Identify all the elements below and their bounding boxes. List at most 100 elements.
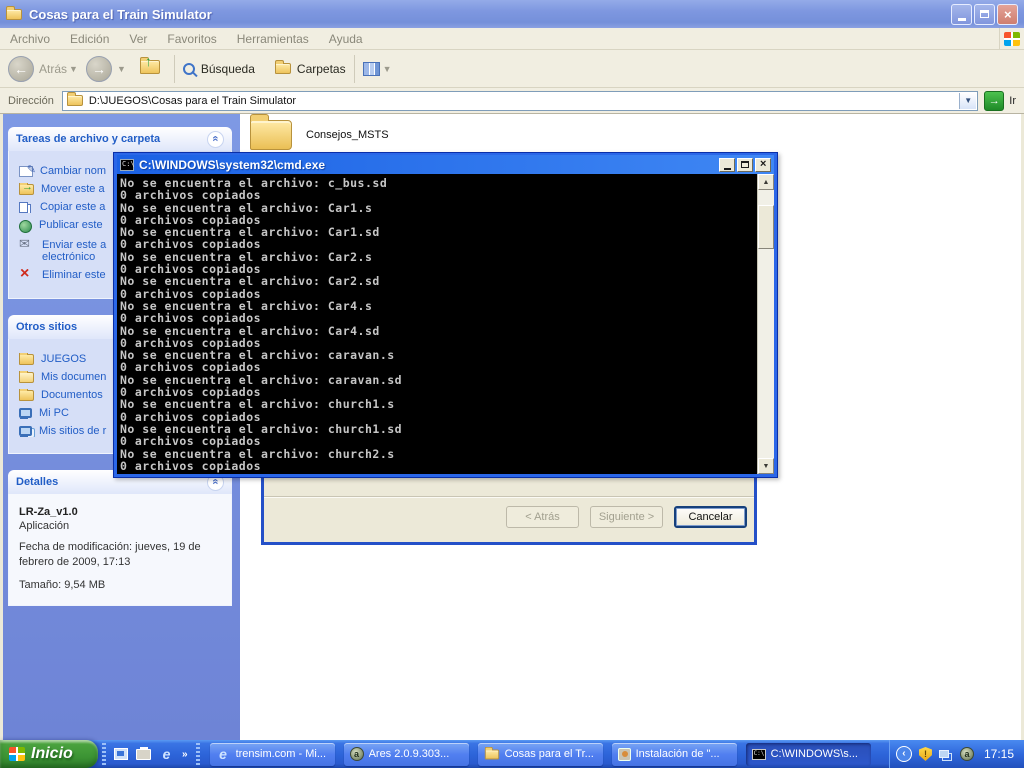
- show-desktop-icon[interactable]: [114, 748, 128, 760]
- wizard-cancel-button[interactable]: Cancelar: [674, 506, 747, 528]
- address-folder-icon: [67, 95, 83, 106]
- start-button[interactable]: Inicio: [0, 740, 98, 768]
- internet-explorer-icon[interactable]: e: [159, 747, 174, 761]
- back-dropdown-icon[interactable]: ▼: [69, 64, 78, 74]
- go-label: Ir: [1004, 95, 1024, 107]
- cmd-titlebar[interactable]: C:\WINDOWS\system32\cmd.exe ×: [117, 155, 774, 174]
- folder-tile-icon: [250, 120, 292, 150]
- windows-flag-icon: [9, 747, 25, 761]
- explorer-window-title: Cosas para el Train Simulator: [29, 7, 212, 22]
- collapse-chevron-icon[interactable]: »: [207, 131, 224, 148]
- details-modified: Fecha de modificación: jueves, 19 de feb…: [19, 540, 225, 570]
- toolbar-separator: [174, 55, 175, 83]
- console-line: 0 archivos copiados: [120, 435, 757, 447]
- go-button[interactable]: →: [984, 91, 1004, 111]
- menu-item[interactable]: Herramientas: [227, 32, 319, 46]
- back-button[interactable]: ←: [8, 56, 34, 82]
- console-line: No se encuentra el archivo: Car2.sd: [120, 275, 757, 287]
- folder-tile[interactable]: Consejos_MSTS: [250, 120, 389, 150]
- taskbar-button-icon: [752, 749, 766, 760]
- cmd-icon: [120, 159, 134, 171]
- console-line: 0 archivos copiados: [120, 238, 757, 250]
- forward-dropdown-icon[interactable]: ▼: [117, 64, 126, 74]
- taskbar-button[interactable]: C:\WINDOWS\s...: [746, 743, 871, 766]
- taskbar-button-icon: [618, 748, 631, 761]
- console-line: 0 archivos copiados: [120, 312, 757, 324]
- other-places-title: Otros sitios: [16, 321, 77, 333]
- cmd-window: C:\WINDOWS\system32\cmd.exe × No se encu…: [113, 152, 778, 478]
- cmd-window-title: C:\WINDOWS\system32\cmd.exe: [139, 158, 325, 172]
- ares-tray-icon[interactable]: a: [960, 747, 974, 761]
- scroll-up-icon[interactable]: ▲: [758, 174, 774, 190]
- cmd-scrollbar[interactable]: ▲ ▼: [757, 174, 774, 474]
- place-item-icon: [19, 408, 32, 418]
- place-item-icon: [19, 390, 34, 401]
- close-button[interactable]: ×: [997, 4, 1018, 25]
- toolbar-separator: [354, 55, 355, 83]
- taskbar-grip[interactable]: [196, 743, 200, 765]
- quicklaunch-overflow-chevron[interactable]: »: [182, 749, 188, 760]
- taskbar-button[interactable]: Cosas para el Tr...: [478, 743, 603, 766]
- views-icon: [363, 62, 380, 76]
- views-button[interactable]: ▼: [363, 62, 400, 76]
- explorer-titlebar[interactable]: Cosas para el Train Simulator ×: [0, 0, 1024, 28]
- file-tasks-header[interactable]: Tareas de archivo y carpeta »: [8, 127, 232, 151]
- forward-button[interactable]: →: [86, 56, 112, 82]
- console-line: 0 archivos copiados: [120, 189, 757, 201]
- cmd-close-button[interactable]: ×: [755, 158, 771, 172]
- menu-item[interactable]: Ayuda: [319, 32, 373, 46]
- minimize-button[interactable]: [951, 4, 972, 25]
- wizard-back-button[interactable]: < Atrás: [506, 506, 579, 528]
- task-item-icon: [19, 240, 35, 252]
- printer-icon[interactable]: [136, 749, 151, 760]
- search-icon: [183, 63, 195, 75]
- back-label: Atrás: [39, 62, 67, 76]
- search-button[interactable]: Búsqueda: [183, 62, 255, 76]
- scrollbar-thumb[interactable]: [758, 205, 774, 249]
- tray-expand-chevron-icon[interactable]: ‹: [896, 746, 912, 762]
- search-label: Búsqueda: [201, 62, 255, 76]
- views-dropdown-icon: ▼: [383, 64, 392, 74]
- address-value: D:\JUEGOS\Cosas para el Train Simulator: [89, 95, 296, 107]
- taskbar-button-icon: e: [216, 747, 231, 761]
- taskbar: Inicio e » e trensim.com - Mi... a Ares …: [0, 740, 1024, 768]
- console-output: No se encuentra el archivo: c_bus.sd0 ar…: [117, 174, 757, 474]
- task-item-icon: [19, 184, 34, 195]
- details-file-name: LR-Za_v1.0: [19, 506, 225, 518]
- up-folder-button[interactable]: ↑: [140, 60, 160, 77]
- taskbar-button[interactable]: Instalación de "...: [612, 743, 737, 766]
- quick-launch: e »: [110, 747, 192, 761]
- menu-item[interactable]: Favoritos: [157, 32, 226, 46]
- toolbar: ← Atrás ▼ → ▼ ↑ Búsqueda Carpetas ▼: [0, 50, 1024, 88]
- scroll-down-icon[interactable]: ▼: [758, 458, 774, 474]
- security-shield-icon[interactable]: !: [919, 747, 932, 761]
- maximize-button[interactable]: [974, 4, 995, 25]
- wizard-next-button[interactable]: Siguiente >: [590, 506, 663, 528]
- details-title: Detalles: [16, 476, 58, 488]
- start-label: Inicio: [31, 745, 73, 763]
- quicklaunch-grip[interactable]: [102, 743, 106, 765]
- menu-item[interactable]: Edición: [60, 32, 119, 46]
- menu-item[interactable]: Archivo: [0, 32, 60, 46]
- tray-clock[interactable]: 17:15: [984, 747, 1014, 761]
- taskbar-button[interactable]: e trensim.com - Mi...: [210, 743, 335, 766]
- task-item-icon: [19, 220, 32, 233]
- console-line: No se encuentra el archivo: church1.s: [120, 398, 757, 410]
- menu-item[interactable]: Ver: [119, 32, 157, 46]
- folder-tile-label: Consejos_MSTS: [306, 129, 389, 141]
- address-dropdown-icon[interactable]: ▼: [959, 93, 976, 109]
- details-panel: Detalles » LR-Za_v1.0 Aplicación Fecha d…: [8, 470, 232, 606]
- address-input[interactable]: D:\JUEGOS\Cosas para el Train Simulator …: [62, 91, 978, 111]
- taskbar-button[interactable]: a Ares 2.0.9.303...: [344, 743, 469, 766]
- folders-button[interactable]: Carpetas: [275, 62, 346, 76]
- file-tasks-title: Tareas de archivo y carpeta: [16, 133, 160, 145]
- address-bar: Dirección D:\JUEGOS\Cosas para el Train …: [0, 88, 1024, 114]
- cmd-maximize-button[interactable]: [737, 158, 753, 172]
- system-tray: ‹ ! a 17:15: [889, 740, 1024, 768]
- place-item-icon: [19, 354, 34, 365]
- windows-logo-icon: [999, 28, 1024, 49]
- cmd-minimize-button[interactable]: [719, 158, 735, 172]
- console-line: 0 archivos copiados: [120, 460, 757, 472]
- network-tray-icon[interactable]: [939, 750, 949, 758]
- console-line: 0 archivos copiados: [120, 361, 757, 373]
